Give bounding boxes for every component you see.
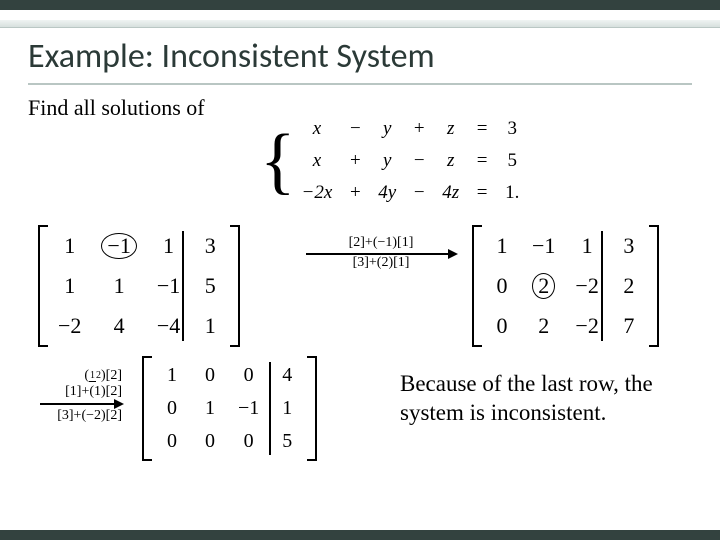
eq-cell: 1. xyxy=(505,182,519,204)
bracket-left-icon xyxy=(472,225,482,347)
matrix-cell: 1 xyxy=(200,397,220,420)
arrow-right-icon xyxy=(306,253,456,255)
conclusion-text: Because of the last row, the system is i… xyxy=(400,370,690,428)
bracket-left-icon xyxy=(38,225,48,347)
matrix-cell: 0 xyxy=(492,313,512,339)
bracket-left-icon xyxy=(142,356,152,461)
eq-cell: = xyxy=(475,118,489,140)
matrix-cell: −2 xyxy=(58,313,81,339)
matrix-cell: 1 xyxy=(58,233,81,259)
eq-cell: 4z xyxy=(442,182,459,204)
matrix-cell: 3 xyxy=(200,233,220,259)
matrix-cell: 0 xyxy=(200,364,220,387)
matrix-cell: −1 xyxy=(238,397,259,420)
eq-cell: −2x xyxy=(302,182,333,204)
matrix-final: 100401−110005 xyxy=(142,356,317,466)
matrix-cell: 0 xyxy=(238,364,259,387)
matrix-cell: 5 xyxy=(200,273,220,299)
accent-bar xyxy=(0,20,720,28)
eq-cell: 5 xyxy=(505,150,519,172)
matrix-cell: 0 xyxy=(238,430,259,453)
eq-cell: y xyxy=(378,150,396,172)
eq-cell: x xyxy=(302,118,333,140)
pivot-circle: −1 xyxy=(101,233,136,259)
matrix-initial: 1−11311−15−24−41 xyxy=(38,225,240,352)
eq-cell: = xyxy=(475,182,489,204)
matrix-cell: 1 xyxy=(162,364,182,387)
matrix-cell: −1 xyxy=(101,233,136,259)
eq-cell: − xyxy=(412,182,426,204)
matrix-cell: 1 xyxy=(200,313,220,339)
matrix-cell: 2 xyxy=(619,273,639,299)
pivot-circle: 2 xyxy=(532,273,555,299)
matrix-cell: 1 xyxy=(277,397,297,420)
matrix-cell: 1 xyxy=(492,233,512,259)
matrix-cell: −1 xyxy=(532,233,555,259)
matrix-cell: 0 xyxy=(200,430,220,453)
eq-cell: y xyxy=(378,118,396,140)
eq-cell: z xyxy=(442,118,459,140)
matrix-cell: −2 xyxy=(575,313,598,339)
eq-cell: − xyxy=(412,150,426,172)
eq-cell: 4y xyxy=(378,182,396,204)
bracket-right-icon xyxy=(649,225,659,347)
system-of-equations: { x−y+z=3x+y−z=5−2x+4y−4z=1. xyxy=(260,118,519,204)
matrix-step-1: 1−11302−2202−27 xyxy=(472,225,659,352)
row-ops-1: [2]+(−1)[1] [3]+(2)[1] xyxy=(306,235,456,271)
matrix-cell: −4 xyxy=(157,313,180,339)
eq-cell: − xyxy=(348,118,362,140)
eq-cell: + xyxy=(412,118,426,140)
slide-title: Example: Inconsistent System xyxy=(28,36,692,85)
eq-cell: x xyxy=(302,150,333,172)
matrix-cell: 4 xyxy=(101,313,136,339)
eq-cell: = xyxy=(475,150,489,172)
matrix-cell: −1 xyxy=(157,273,180,299)
matrix-cell: 0 xyxy=(162,430,182,453)
matrix-cell: 5 xyxy=(277,430,297,453)
bracket-right-icon xyxy=(230,225,240,347)
eq-cell: + xyxy=(348,182,362,204)
matrix-cell: 4 xyxy=(277,364,297,387)
matrix-cell: 1 xyxy=(575,233,598,259)
matrix-cell: 3 xyxy=(619,233,639,259)
arrow-right-icon xyxy=(40,403,122,405)
matrix-cell: 2 xyxy=(532,273,555,299)
slide: Example: Inconsistent System Find all so… xyxy=(0,0,720,540)
brace-icon: { xyxy=(260,124,296,198)
matrix-cell: 1 xyxy=(157,233,180,259)
eq-cell: 3 xyxy=(505,118,519,140)
matrix-cell: 7 xyxy=(619,313,639,339)
matrix-cell: 2 xyxy=(532,313,555,339)
eq-cell: z xyxy=(442,150,459,172)
matrix-cell: 0 xyxy=(162,397,182,420)
matrix-cell: −2 xyxy=(575,273,598,299)
row-ops-2: (12)[2] [1]+(1)[2] [3]+(−2)[2] xyxy=(40,368,122,424)
matrix-cell: 0 xyxy=(492,273,512,299)
eq-cell: + xyxy=(348,150,362,172)
bracket-right-icon xyxy=(307,356,317,461)
matrix-cell: 1 xyxy=(101,273,136,299)
matrix-cell: 1 xyxy=(58,273,81,299)
